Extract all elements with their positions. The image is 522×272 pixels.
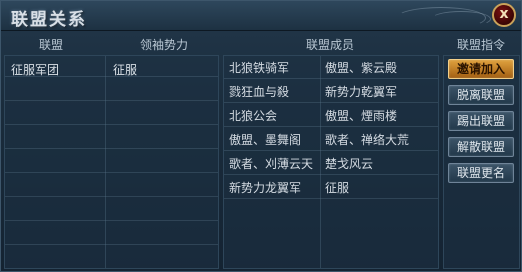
title-bar: 联盟关系 x — [1, 1, 521, 31]
member-item[interactable]: 新势力乾翼军 — [325, 85, 397, 99]
cloud-ornament-icon — [431, 11, 491, 27]
window-title: 联盟关系 — [11, 10, 87, 30]
disband-alliance-button[interactable]: 解散联盟 — [448, 137, 514, 157]
row-divider — [224, 150, 438, 151]
member-item[interactable]: 歌者、刈薄云天 — [229, 157, 313, 171]
leave-alliance-button[interactable]: 脱离联盟 — [448, 85, 514, 105]
member-item[interactable]: 傲盟、墨舞阁 — [229, 133, 301, 147]
member-item[interactable]: 歌者、禅络大荒 — [325, 133, 409, 147]
row-divider — [5, 244, 218, 245]
member-item[interactable]: 北狼公会 — [229, 109, 277, 123]
column-divider — [320, 56, 321, 268]
invite-button[interactable]: 邀请加入 — [448, 59, 514, 79]
member-item[interactable]: 楚戈风云 — [325, 157, 373, 171]
row-divider — [5, 124, 218, 125]
column-divider — [105, 56, 106, 268]
row-divider — [5, 172, 218, 173]
row-divider — [5, 196, 218, 197]
member-item[interactable]: 傲盟、煙雨楼 — [325, 109, 397, 123]
header-leader: 领袖势力 — [139, 38, 188, 52]
row-divider — [224, 78, 438, 79]
rename-alliance-button[interactable]: 联盟更名 — [448, 163, 514, 183]
row-divider — [5, 220, 218, 221]
kick-member-button[interactable]: 踢出联盟 — [448, 111, 514, 131]
alliance-name-cell[interactable]: 征服军团 — [11, 61, 59, 78]
member-item[interactable]: 傲盟、紫云殿 — [325, 61, 397, 75]
header-alliance: 联盟 — [38, 38, 63, 52]
alliance-leader-cell[interactable]: 征服 — [113, 61, 137, 78]
alliance-table — [4, 55, 219, 269]
row-divider — [224, 126, 438, 127]
alliance-relations-window: 联盟关系 x 联盟 领袖势力 联盟成员 联盟指令 征服军团 征服 北狼铁骑军 傲… — [0, 0, 522, 272]
header-members: 联盟成员 — [305, 38, 354, 52]
row-divider — [5, 148, 218, 149]
member-item[interactable]: 北狼铁骑军 — [229, 61, 289, 75]
member-item[interactable]: 新势力龙翼军 — [229, 181, 301, 195]
header-commands: 联盟指令 — [456, 38, 505, 52]
row-divider — [224, 102, 438, 103]
row-divider — [224, 198, 438, 199]
row-divider — [224, 174, 438, 175]
member-item[interactable]: 征服 — [325, 181, 349, 195]
row-divider — [5, 100, 218, 101]
member-item[interactable]: 戮狂血与殺 — [229, 85, 289, 99]
close-button[interactable]: x — [492, 3, 516, 27]
